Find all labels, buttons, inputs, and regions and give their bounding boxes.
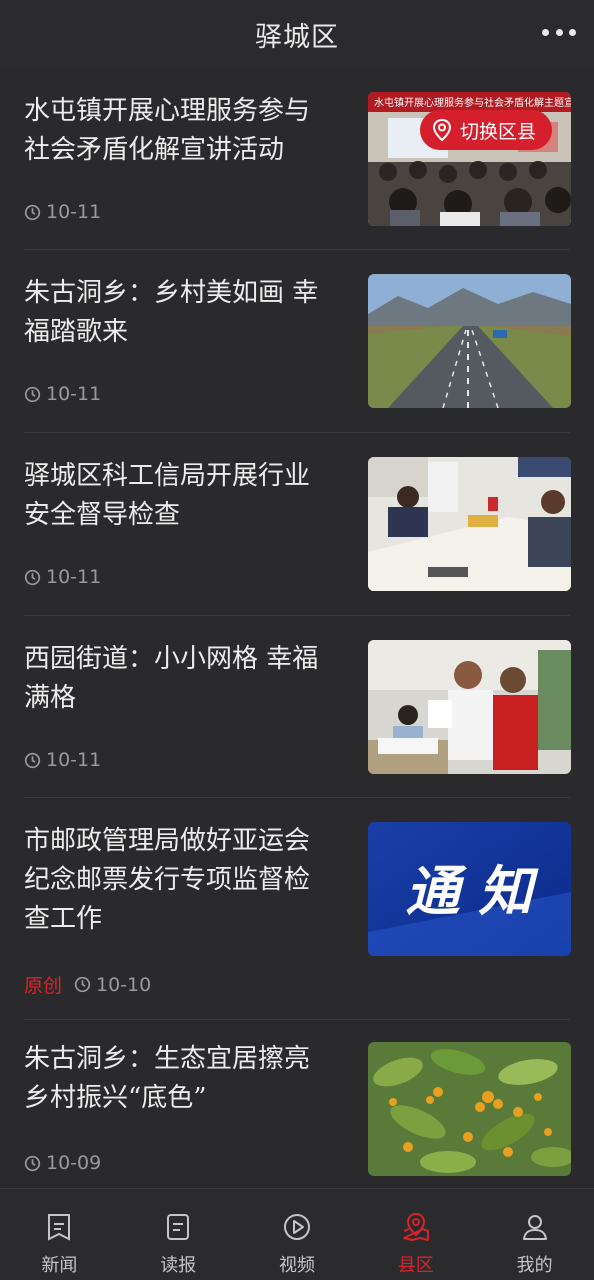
- clock-icon: [24, 386, 41, 402]
- list-item[interactable]: 市邮政管理局做好亚运会 纪念邮票发行专项监督检 查工作 原创 10-10 通 知: [0, 798, 594, 1020]
- top-header: 驿城区: [0, 0, 594, 68]
- article-meta: 10-11: [24, 383, 101, 405]
- article-date: 10-11: [46, 566, 102, 588]
- clock-icon: [24, 752, 41, 768]
- title-line: 满格: [24, 683, 77, 713]
- article-meta: 10-11: [24, 749, 101, 771]
- title-line: 水屯镇开展心理服务参与: [24, 96, 311, 126]
- notice-banner: 通 知: [368, 822, 571, 956]
- list-item[interactable]: 驿城区科工信局开展行业 安全督导检查 10-11: [0, 433, 594, 616]
- title-line: 纪念邮票发行专项监督检: [24, 865, 311, 895]
- newspaper-icon: [167, 1214, 190, 1240]
- notice-text: 通 知: [406, 860, 540, 923]
- tab-label: 读报: [160, 1255, 197, 1276]
- clock-icon: [24, 569, 41, 585]
- user-profile-icon: [522, 1215, 547, 1240]
- title-line: 朱古洞乡：乡村美如画 幸: [24, 278, 319, 308]
- news-icon: [48, 1214, 71, 1241]
- article-title: 朱古洞乡：乡村美如画 幸 福踏歌来: [24, 274, 354, 352]
- article-date: 10-10: [96, 973, 152, 996]
- title-line: 查工作: [24, 904, 103, 934]
- grid-workers-photo: [368, 640, 571, 774]
- tab-county[interactable]: 县区: [356, 1189, 475, 1280]
- article-title: 市邮政管理局做好亚运会 纪念邮票发行专项监督检 查工作: [24, 822, 354, 939]
- road-mountains-photo: [368, 274, 571, 408]
- title-line: 乡村振兴“底色”: [24, 1083, 207, 1113]
- tab-label: 县区: [397, 1255, 434, 1276]
- article-title: 朱古洞乡：生态宜居擦亮 乡村振兴“底色”: [24, 1040, 354, 1118]
- clock-icon: [24, 204, 41, 220]
- bottom-tab-bar: 新闻 读报 视频 县区 我的: [0, 1188, 594, 1280]
- office-inspection-photo: [368, 457, 571, 591]
- list-item[interactable]: 水屯镇开展心理服务参与 社会矛盾化解宣讲活动 10-11 水屯镇开展心理服务参与…: [0, 68, 594, 250]
- list-item[interactable]: 朱古洞乡：乡村美如画 幸 福踏歌来 10-11: [0, 250, 594, 433]
- title-line: 朱古洞乡：生态宜居擦亮: [24, 1044, 311, 1074]
- title-line: 安全督导检查: [24, 500, 181, 530]
- clock-icon: [74, 976, 91, 993]
- switch-district-label: 切换区县: [460, 120, 537, 143]
- tab-news[interactable]: 新闻: [0, 1189, 119, 1280]
- article-date: 10-09: [46, 1152, 102, 1174]
- title-line: 社会矛盾化解宣讲活动: [24, 135, 285, 165]
- title-line: 福踏歌来: [24, 317, 129, 347]
- article-date: 10-11: [46, 201, 102, 223]
- article-title: 驿城区科工信局开展行业 安全督导检查: [24, 457, 354, 535]
- title-line: 市邮政管理局做好亚运会: [24, 826, 311, 856]
- clock-icon: [24, 1155, 41, 1171]
- article-meta: 10-11: [24, 201, 101, 223]
- article-date: 10-11: [46, 749, 102, 771]
- article-meta: 10-11: [24, 566, 101, 588]
- article-date: 10-11: [46, 383, 102, 405]
- tab-label: 视频: [278, 1255, 315, 1276]
- location-pin-icon: [432, 118, 452, 142]
- more-dots-icon[interactable]: [542, 20, 576, 44]
- video-play-icon: [283, 1214, 310, 1240]
- original-badge: 原创: [24, 975, 63, 997]
- osmanthus-photo: [368, 1042, 571, 1176]
- list-item[interactable]: 西园街道：小小网格 幸福 满格 10-11: [0, 616, 594, 798]
- banner-text: 水屯镇开展心理服务参与社会矛盾化解主题宣讲: [374, 96, 571, 109]
- title-line: 西园街道：小小网格 幸福: [24, 644, 319, 674]
- title-line: 驿城区科工信局开展行业: [24, 461, 311, 491]
- tab-newspaper[interactable]: 读报: [119, 1189, 238, 1280]
- article-title: 水屯镇开展心理服务参与 社会矛盾化解宣讲活动: [24, 92, 354, 170]
- tab-label: 新闻: [41, 1255, 78, 1276]
- article-meta: 原创 10-10: [24, 971, 151, 998]
- list-item[interactable]: 朱古洞乡：生态宜居擦亮 乡村振兴“底色” 10-09: [0, 1020, 594, 1192]
- tab-label: 我的: [516, 1255, 553, 1276]
- tab-profile[interactable]: 我的: [475, 1189, 594, 1280]
- news-list: 水屯镇开展心理服务参与 社会矛盾化解宣讲活动 10-11 水屯镇开展心理服务参与…: [0, 68, 594, 1192]
- page-title: 驿城区: [255, 21, 339, 53]
- map-location-icon: [402, 1212, 429, 1241]
- article-meta: 10-09: [24, 1152, 101, 1174]
- article-title: 西园街道：小小网格 幸福 满格: [24, 640, 354, 718]
- switch-district-button[interactable]: 切换区县: [420, 110, 552, 150]
- tab-video[interactable]: 视频: [238, 1189, 357, 1280]
